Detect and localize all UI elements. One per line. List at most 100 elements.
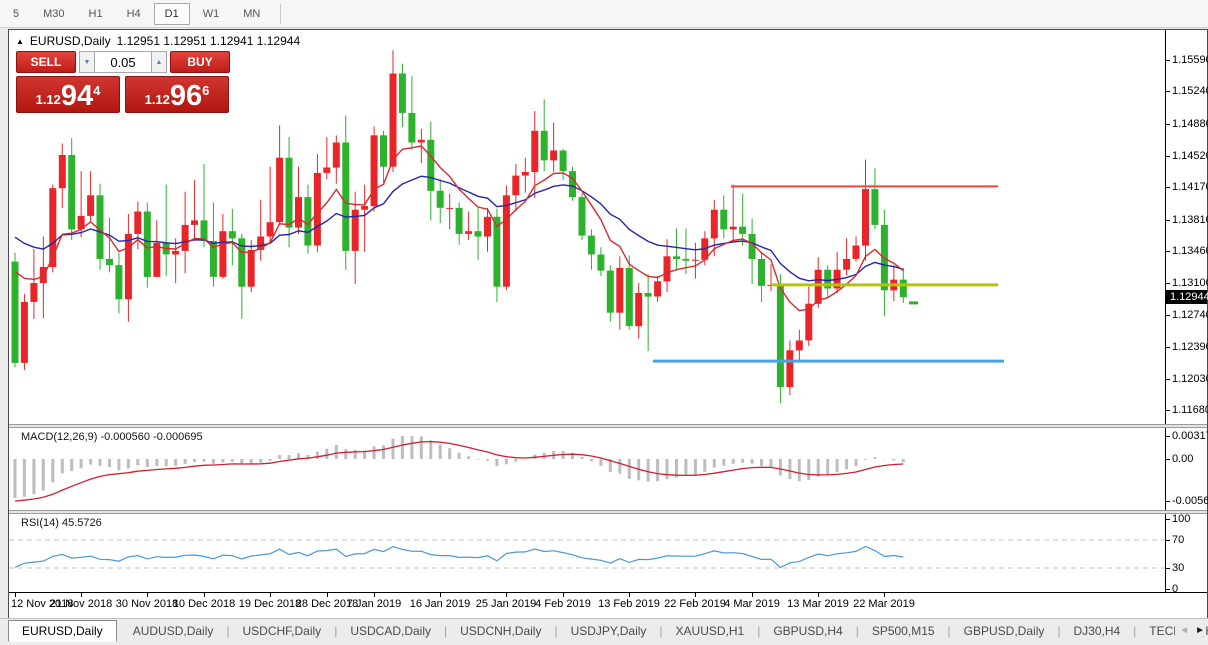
price-tick-label: 1.12390 — [1172, 341, 1208, 353]
candle-body — [286, 158, 293, 228]
collapse-triangle-icon[interactable]: ▲ — [16, 37, 24, 46]
candle-body — [512, 176, 519, 196]
candle-body — [276, 158, 283, 223]
symbol-tab-gbpusd-daily[interactable]: GBPUSD,Daily — [951, 621, 1058, 641]
candle-body — [871, 189, 878, 225]
pane-resize-handle[interactable] — [9, 424, 1207, 428]
axis-tick-mark — [1166, 347, 1170, 348]
timeframe-toolbar: 5M30H1H4D1W1MN — [0, 0, 1208, 28]
axis-tick-mark — [1166, 459, 1170, 460]
current-price-tag: 1.12944 — [1166, 290, 1207, 304]
timeframe-button-W1[interactable]: W1 — [192, 3, 231, 25]
sell-price-big: 94 — [61, 83, 93, 109]
time-tick-label: 13 Feb 2019 — [598, 598, 660, 610]
time-tick-label: 4 Mar 2019 — [724, 598, 780, 610]
candle-body — [87, 195, 94, 216]
rsi-tick-label: 30 — [1172, 562, 1184, 574]
symbol-tab-usdcad-daily[interactable]: USDCAD,Daily — [337, 621, 444, 641]
time-tick-mark — [818, 593, 819, 597]
symbol-tab-audusd-daily[interactable]: AUDUSD,Daily — [120, 621, 227, 641]
timeframe-button-H4[interactable]: H4 — [116, 3, 152, 25]
time-tick-label: 7 Jan 2019 — [347, 598, 401, 610]
symbol-tab-sp500-m15[interactable]: SP500,M15 — [859, 621, 948, 641]
main-chart-pane[interactable]: ▲ EURUSD,Daily 1.12951 1.12951 1.12941 1… — [9, 30, 1165, 424]
candle-body — [758, 259, 765, 286]
buy-button[interactable]: BUY — [170, 51, 230, 73]
timeframe-button-H1[interactable]: H1 — [78, 3, 114, 25]
tab-scroll-right-icon[interactable]: ► — [1195, 625, 1205, 636]
candle-body — [673, 256, 680, 259]
price-axis[interactable]: 1.155901.152401.148801.145201.141701.138… — [1166, 30, 1207, 592]
macd-pane[interactable]: MACD(12,26,9) -0.000560 -0.000695 — [9, 428, 1165, 510]
candle-body — [427, 140, 434, 191]
candle-body — [853, 246, 860, 259]
candle-body — [607, 271, 614, 313]
chart-window: ▲ EURUSD,Daily 1.12951 1.12951 1.12941 1… — [8, 29, 1208, 619]
lot-increase-button[interactable]: ▲ — [151, 51, 167, 73]
candle-body — [172, 251, 179, 255]
price-tick-label: 1.13100 — [1172, 277, 1208, 289]
rsi-pane[interactable]: RSI(14) 45.5726 — [9, 514, 1165, 592]
time-tick-mark — [270, 593, 271, 597]
symbol-tab-usdcnh-daily[interactable]: USDCNH,Daily — [447, 621, 554, 641]
timeframe-button-5[interactable]: 5 — [2, 3, 30, 25]
time-axis[interactable]: 12 Nov 201821 Nov 201830 Nov 201810 Dec … — [9, 593, 1207, 616]
toolbar-separator — [280, 4, 281, 24]
price-tick-label: 1.13810 — [1172, 214, 1208, 226]
candle-body — [475, 231, 482, 236]
candle-body — [229, 231, 236, 238]
symbol-tab-bar: EURUSD,DailyAUDUSD,Daily|USDCHF,Daily|US… — [0, 618, 1208, 642]
price-tick-label: 1.11680 — [1172, 404, 1208, 416]
rsi-label: RSI(14) 45.5726 — [21, 517, 102, 529]
candle-body — [654, 281, 661, 296]
candle-body — [153, 243, 160, 277]
timeframe-button-D1[interactable]: D1 — [154, 3, 190, 25]
candle-body — [711, 210, 718, 239]
time-tick-label: 22 Mar 2019 — [853, 598, 915, 610]
time-tick-label: 10 Dec 2018 — [173, 598, 235, 610]
candle-body — [484, 217, 491, 237]
macd-tick-label: -0.005667 — [1172, 495, 1208, 507]
symbol-tab-eurusd-daily[interactable]: EURUSD,Daily — [8, 620, 117, 642]
lot-decrease-button[interactable]: ▼ — [79, 51, 95, 73]
macd-tick-label: 0.00 — [1172, 453, 1193, 465]
sell-button[interactable]: SELL — [16, 51, 76, 73]
time-tick-mark — [563, 593, 564, 597]
axis-tick-mark — [1166, 187, 1170, 188]
candle-body — [342, 143, 349, 251]
pane-resize-handle[interactable] — [9, 510, 1207, 514]
time-tick-label: 25 Jan 2019 — [476, 598, 537, 610]
candle-body — [437, 191, 444, 208]
lot-size-input[interactable] — [95, 51, 151, 73]
timeframe-button-M30[interactable]: M30 — [32, 3, 75, 25]
axis-tick-mark — [1166, 60, 1170, 61]
candle-body — [862, 189, 869, 246]
candle-body — [390, 74, 397, 167]
tab-scroll-controls: ◄► — [1175, 625, 1205, 636]
candle-body — [720, 210, 727, 230]
tab-scroll-left-icon[interactable]: ◄ — [1179, 625, 1189, 636]
lot-size-spinner: ▼ ▲ — [79, 51, 167, 73]
axis-tick-mark — [1166, 220, 1170, 221]
sell-price-display[interactable]: 1.12944 — [16, 76, 120, 113]
candle-body — [456, 208, 463, 234]
symbol-tab-dj30-h4[interactable]: DJ30,H4 — [1060, 621, 1133, 641]
time-tick-label: 13 Mar 2019 — [787, 598, 849, 610]
symbol-tab-usdchf-daily[interactable]: USDCHF,Daily — [230, 621, 335, 641]
symbol-tab-usdjpy-daily[interactable]: USDJPY,Daily — [558, 621, 660, 641]
candle-body — [645, 293, 652, 297]
symbol-tab-xauusd-h1[interactable]: XAUUSD,H1 — [663, 621, 758, 641]
chart-ohlc-values: 1.12951 1.12951 1.12941 1.12944 — [117, 34, 301, 48]
symbol-tab-gbpusd-h4[interactable]: GBPUSD,H4 — [760, 621, 855, 641]
time-tick-mark — [695, 593, 696, 597]
candle-body — [12, 262, 19, 363]
candle-body — [418, 140, 425, 143]
time-tick-mark — [629, 593, 630, 597]
candle-body — [30, 283, 37, 302]
buy-price-display[interactable]: 1.12966 — [125, 76, 229, 113]
axis-tick-mark — [1166, 589, 1170, 590]
axis-tick-mark — [1166, 410, 1170, 411]
candle-body — [550, 151, 557, 161]
macd-tick-label: 0.003177 — [1172, 430, 1208, 442]
timeframe-button-MN[interactable]: MN — [232, 3, 271, 25]
